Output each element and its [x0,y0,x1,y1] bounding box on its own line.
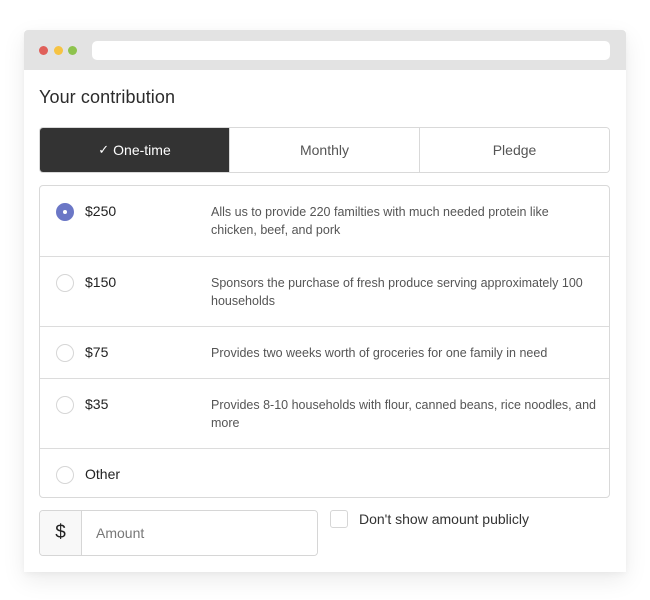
check-icon: ✓ [98,142,110,157]
amount-input[interactable] [82,511,317,555]
option-description: Alls us to provide 220 familties with mu… [211,205,549,237]
option-amount: $150 [85,274,117,290]
dollar-sign-icon: $ [40,511,82,555]
radio-button-selected[interactable] [56,203,74,221]
tab-monthly[interactable]: Monthly [229,128,419,172]
option-description: Provides two weeks worth of groceries fo… [211,346,548,360]
page-title: Your contribution [39,87,176,107]
tab-label: Pledge [492,142,537,158]
close-window-button[interactable] [39,46,48,55]
option-35[interactable]: $35 Provides 8-10 households with flour,… [40,378,609,448]
option-75[interactable]: $75 Provides two weeks worth of grocerie… [40,326,609,378]
tab-one-time[interactable]: ✓ One-time [40,128,229,172]
option-amount: $75 [85,344,109,360]
option-150[interactable]: $150 Sponsors the purchase of fresh prod… [40,256,609,326]
radio-button[interactable] [56,466,74,484]
option-amount: $250 [85,203,117,219]
amount-options: $250 Alls us to provide 220 familties wi… [39,185,610,498]
tab-pledge[interactable]: Pledge [419,128,609,172]
hide-amount-checkbox[interactable] [330,510,348,528]
option-other[interactable]: Other [40,448,609,497]
title-bar [24,30,626,70]
hide-amount-row: Don't show amount publicly [330,510,529,528]
option-amount: Other [85,466,121,482]
minimize-window-button[interactable] [54,46,63,55]
radio-button[interactable] [56,396,74,414]
option-description: Provides 8-10 households with flour, can… [211,398,596,430]
maximize-window-button[interactable] [68,46,77,55]
tab-label: One-time [113,142,171,158]
tab-label: Monthly [299,142,350,158]
amount-input-group: $ [39,510,318,556]
option-description: Sponsors the purchase of fresh produce s… [211,276,583,308]
radio-button[interactable] [56,274,74,292]
option-250[interactable]: $250 Alls us to provide 220 familties wi… [40,186,609,256]
browser-window: Your contribution ✓ One-time Monthly Ple… [24,30,626,572]
hide-amount-label[interactable]: Don't show amount publicly [359,510,529,528]
frequency-tabs: ✓ One-time Monthly Pledge [39,127,610,173]
option-amount: $35 [85,396,109,412]
radio-button[interactable] [56,344,74,362]
address-bar[interactable] [92,41,610,60]
